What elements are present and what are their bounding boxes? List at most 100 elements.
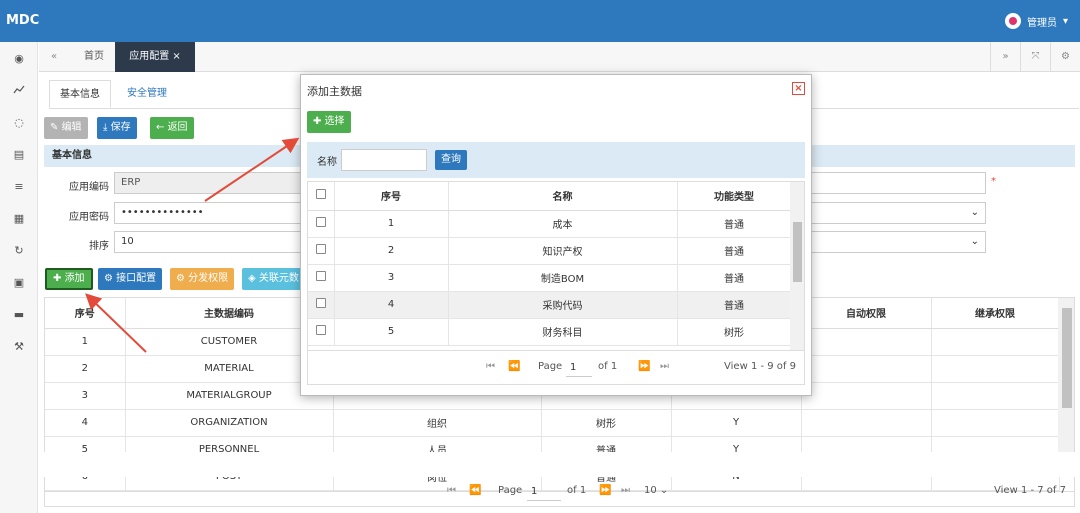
- fullscreen-icon[interactable]: ⤧: [1020, 42, 1050, 72]
- interface-config-button[interactable]: ⚙ 接口配置: [98, 268, 163, 290]
- tab-bar: « 首页 应用配置 × » ⤧ ⚙: [39, 42, 1080, 72]
- select-all-checkbox[interactable]: [308, 182, 335, 211]
- col-index-header[interactable]: 序号: [45, 298, 126, 329]
- folder-icon[interactable]: ▬: [0, 308, 38, 321]
- cell: 1: [334, 210, 449, 238]
- user-name: 管理员: [1026, 17, 1057, 29]
- cell: 2: [334, 237, 449, 265]
- close-tab-icon[interactable]: ×: [172, 51, 180, 62]
- cell: 3: [334, 264, 449, 292]
- prev-page-icon[interactable]: ⏪: [508, 361, 520, 372]
- cell: ORGANIZATION: [125, 409, 334, 437]
- col-index-header[interactable]: 序号: [334, 182, 449, 211]
- cell: [801, 382, 932, 410]
- table-row[interactable]: 4 采购代码 普通: [308, 291, 792, 319]
- tabs-prev-icon[interactable]: «: [51, 42, 57, 72]
- first-page-icon[interactable]: ⏮: [447, 485, 456, 496]
- right-select-2[interactable]: ⌄: [811, 231, 986, 253]
- order-field[interactable]: 10: [114, 231, 304, 253]
- cell: 成本: [448, 210, 678, 238]
- row-checkbox[interactable]: [308, 291, 335, 319]
- list-icon[interactable]: ≡: [0, 180, 38, 193]
- save-button[interactable]: ⤓ 保存: [97, 117, 137, 139]
- distribute-permission-button[interactable]: ⚙ 分发权限: [170, 268, 235, 290]
- cell: 树形: [677, 318, 792, 346]
- dialog-header-row: 序号 名称 功能类型: [308, 182, 792, 211]
- page-number-input[interactable]: 1: [566, 359, 592, 377]
- related-label: 关联元数: [258, 273, 299, 284]
- spinner-icon[interactable]: ◌: [0, 116, 38, 129]
- cell: [931, 382, 1060, 410]
- table-row[interactable]: 3 制造BOM 普通: [308, 264, 792, 292]
- page-number-input[interactable]: 1: [527, 483, 561, 501]
- first-page-icon[interactable]: ⏮: [486, 361, 495, 372]
- page-size-select[interactable]: 10 ⌄: [644, 485, 668, 496]
- user-menu[interactable]: 管理员 ▾: [1004, 13, 1068, 29]
- cell: [931, 409, 1060, 437]
- database-icon[interactable]: ▤: [0, 148, 38, 161]
- film-icon[interactable]: ▣: [0, 276, 38, 289]
- edit-button[interactable]: ✎ 编辑: [44, 117, 88, 139]
- query-button[interactable]: 查询: [435, 150, 467, 170]
- sidebar: ◉ ◌ ▤ ≡ ▦ ↻ ▣ ▬ ⚒: [0, 42, 38, 513]
- top-bar: MDC 管理员 ▾: [0, 0, 1080, 42]
- col-inherit-permission-header[interactable]: 继承权限: [931, 298, 1060, 329]
- next-page-icon[interactable]: ⏩: [599, 485, 611, 496]
- wrench-icon[interactable]: ⚒: [0, 340, 38, 353]
- last-page-icon[interactable]: ⏭: [621, 485, 630, 496]
- grid-pager: ⏮ ⏪ Page 1 of 1 ⏩ ⏭ 10 ⌄ View 1 - 7 of 7: [44, 477, 1075, 507]
- table-row[interactable]: 1 成本 普通: [308, 210, 792, 238]
- dialog-pager: ⏮ ⏪ Page 1 of 1 ⏩ ⏭ View 1 - 9 of 9: [307, 351, 805, 385]
- card-icon[interactable]: ▦: [0, 212, 38, 225]
- prev-page-icon[interactable]: ⏪: [469, 485, 481, 496]
- code-field[interactable]: ERP: [114, 172, 304, 194]
- cell: [801, 328, 932, 356]
- page-total: of 1: [598, 361, 618, 372]
- subtab-basic-info[interactable]: 基本信息: [49, 80, 111, 108]
- cell: 3: [45, 382, 126, 410]
- right-select-1[interactable]: ⌄: [811, 202, 986, 224]
- cell: 2: [45, 355, 126, 383]
- related-meta-button[interactable]: ◈ 关联元数: [242, 268, 302, 290]
- row-checkbox[interactable]: [308, 318, 335, 346]
- row-checkbox[interactable]: [308, 264, 335, 292]
- row-checkbox[interactable]: [308, 237, 335, 265]
- search-name-input[interactable]: [341, 149, 427, 171]
- table-row[interactable]: 2 知识产权 普通: [308, 237, 792, 265]
- subtab-security[interactable]: 安全管理: [117, 80, 177, 108]
- cell: [801, 409, 932, 437]
- col-function-type-header[interactable]: 功能类型: [677, 182, 792, 211]
- next-page-icon[interactable]: ⏩: [638, 361, 650, 372]
- dialog-scrollbar[interactable]: [790, 182, 804, 350]
- dashboard-icon[interactable]: ◉: [0, 52, 38, 65]
- back-button[interactable]: ← 返回: [150, 117, 194, 139]
- grid-scroll-thumb[interactable]: [1062, 308, 1072, 408]
- last-page-icon[interactable]: ⏭: [660, 361, 669, 372]
- col-name-header[interactable]: 名称: [448, 182, 678, 211]
- tab-home[interactable]: 首页: [73, 42, 115, 72]
- chevron-down-icon: ⌄: [970, 207, 979, 218]
- cell: 组织: [333, 409, 542, 437]
- dialog-scroll-thumb[interactable]: [793, 222, 802, 282]
- chart-icon[interactable]: [0, 84, 38, 97]
- cell: [801, 355, 932, 383]
- tab-app-config[interactable]: 应用配置 ×: [115, 42, 195, 72]
- add-button[interactable]: ✚ 添加: [45, 268, 93, 290]
- right-field-1[interactable]: [811, 172, 986, 194]
- password-field[interactable]: ••••••••••••••: [114, 202, 304, 224]
- select-button[interactable]: ✚ 选择: [307, 111, 351, 133]
- refresh-icon[interactable]: ↻: [0, 244, 38, 257]
- cell: Y: [671, 409, 802, 437]
- col-auto-permission-header[interactable]: 自动权限: [801, 298, 932, 329]
- user-avatar-icon: [1004, 13, 1021, 29]
- settings-icon[interactable]: ⚙: [1050, 42, 1080, 72]
- row-checkbox[interactable]: [308, 210, 335, 238]
- grid-scrollbar[interactable]: [1058, 298, 1074, 458]
- tabs-next-icon[interactable]: »: [990, 42, 1020, 72]
- page-size-value: 10: [644, 485, 657, 496]
- cell: 采购代码: [448, 291, 678, 319]
- save-label: 保存: [110, 122, 131, 133]
- close-icon[interactable]: ×: [792, 82, 805, 95]
- table-row[interactable]: 5 财务科目 树形: [308, 318, 792, 346]
- table-row[interactable]: 4 ORGANIZATION 组织 树形 Y: [45, 409, 1060, 437]
